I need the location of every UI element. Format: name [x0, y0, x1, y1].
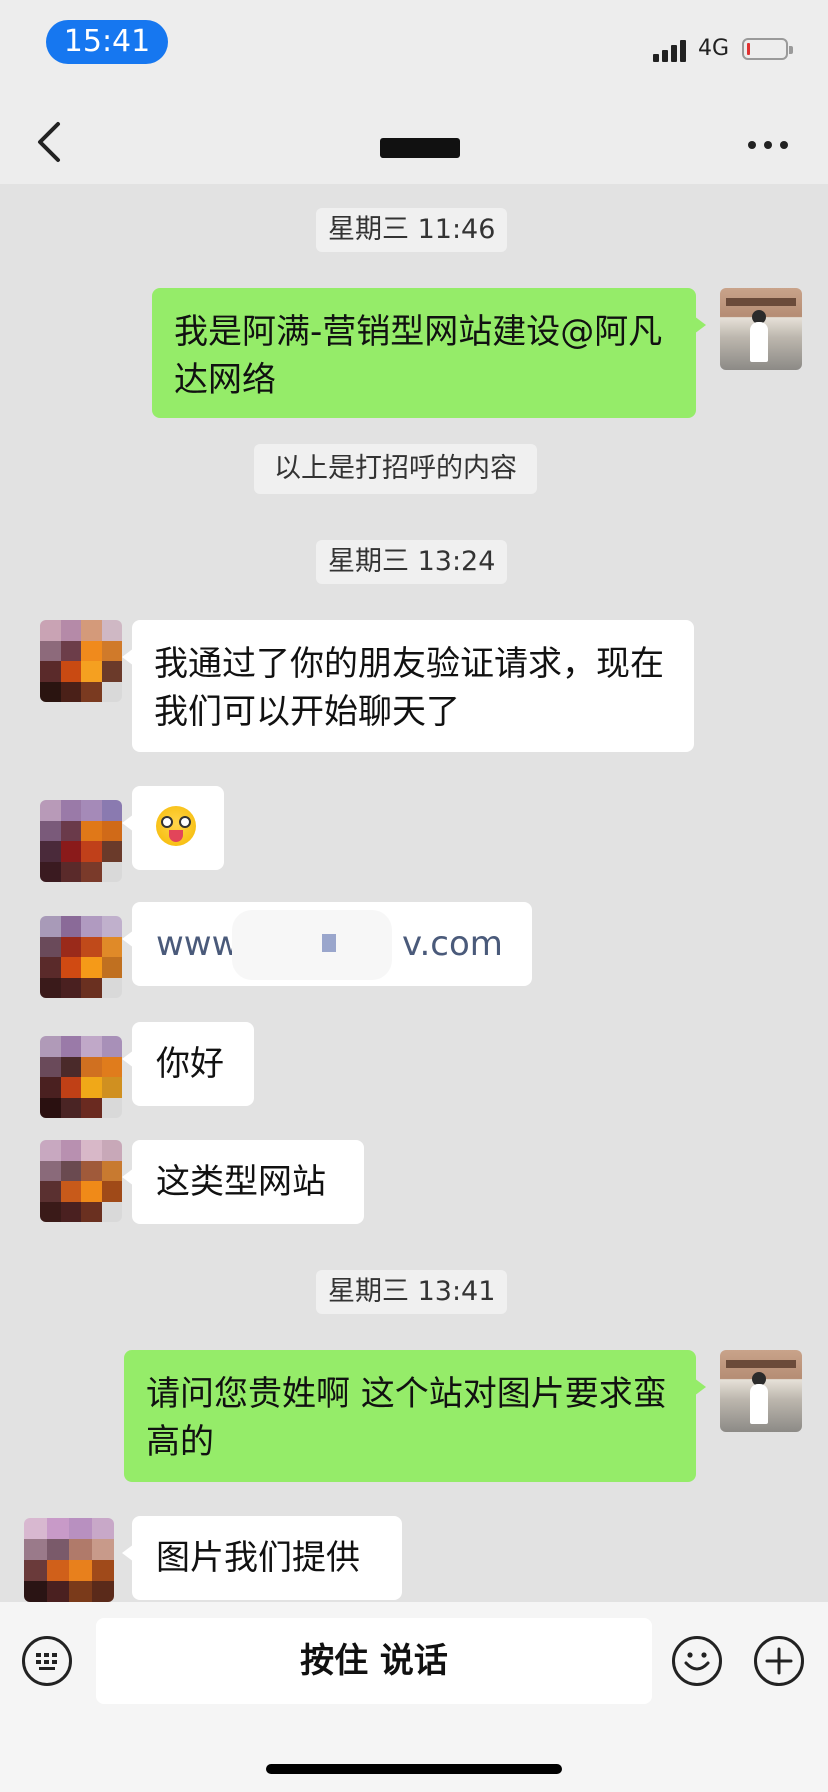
incoming-message[interactable]: 你好 — [122, 1022, 254, 1106]
self-avatar[interactable] — [720, 288, 802, 370]
home-indicator — [266, 1764, 562, 1774]
plus-icon[interactable] — [754, 1636, 804, 1686]
self-avatar[interactable] — [720, 1350, 802, 1432]
chat-message-list[interactable]: 星期三 11:46 我是阿满-营销型网站建设@阿凡达网络 以上是打招呼的内容 星… — [0, 184, 828, 1602]
contact-avatar[interactable] — [24, 1518, 114, 1602]
chat-title-redacted — [380, 138, 460, 158]
timestamp: 星期三 13:41 — [316, 1270, 508, 1314]
redaction-mark — [322, 934, 336, 952]
outgoing-message[interactable]: 我是阿满-营销型网站建设@阿凡达网络 — [152, 288, 706, 418]
battery-icon — [742, 38, 793, 60]
incoming-emoji-message[interactable] — [122, 786, 224, 870]
redacted-url — [232, 910, 392, 980]
hold-to-talk-button[interactable]: 按住 说话 — [96, 1618, 652, 1704]
chevron-left-icon[interactable] — [32, 120, 72, 164]
network-type: 4G — [698, 36, 730, 61]
incoming-link-message[interactable]: www. v.com — [122, 902, 532, 986]
keyboard-icon[interactable] — [22, 1636, 72, 1686]
incoming-message[interactable]: 图片我们提供 — [122, 1516, 402, 1600]
emoji-icon[interactable] — [672, 1636, 722, 1686]
more-icon[interactable] — [748, 138, 790, 152]
timestamp: 星期三 13:24 — [316, 540, 508, 584]
status-time: 15:41 — [46, 20, 168, 64]
contact-avatar[interactable] — [40, 916, 122, 998]
contact-avatar[interactable] — [40, 620, 122, 702]
incoming-message[interactable]: 这类型网站 — [122, 1140, 364, 1224]
tongue-out-emoji-icon — [156, 806, 196, 846]
contact-avatar[interactable] — [40, 1140, 122, 1222]
chat-input-bar: 按住 说话 — [0, 1602, 828, 1792]
outgoing-message[interactable]: 请问您贵姓啊 这个站对图片要求蛮高的 — [124, 1350, 706, 1482]
contact-avatar[interactable] — [40, 1036, 122, 1118]
contact-avatar[interactable] — [40, 800, 122, 882]
status-bar: 15:41 4G — [0, 0, 828, 100]
timestamp: 星期三 11:46 — [316, 208, 508, 252]
chat-header — [0, 100, 828, 184]
incoming-message[interactable]: 我通过了你的朋友验证请求，现在我们可以开始聊天了 — [122, 620, 694, 752]
system-notice: 以上是打招呼的内容 — [254, 444, 537, 494]
link-suffix[interactable]: v.com — [402, 902, 503, 986]
signal-strength-icon — [653, 38, 691, 62]
